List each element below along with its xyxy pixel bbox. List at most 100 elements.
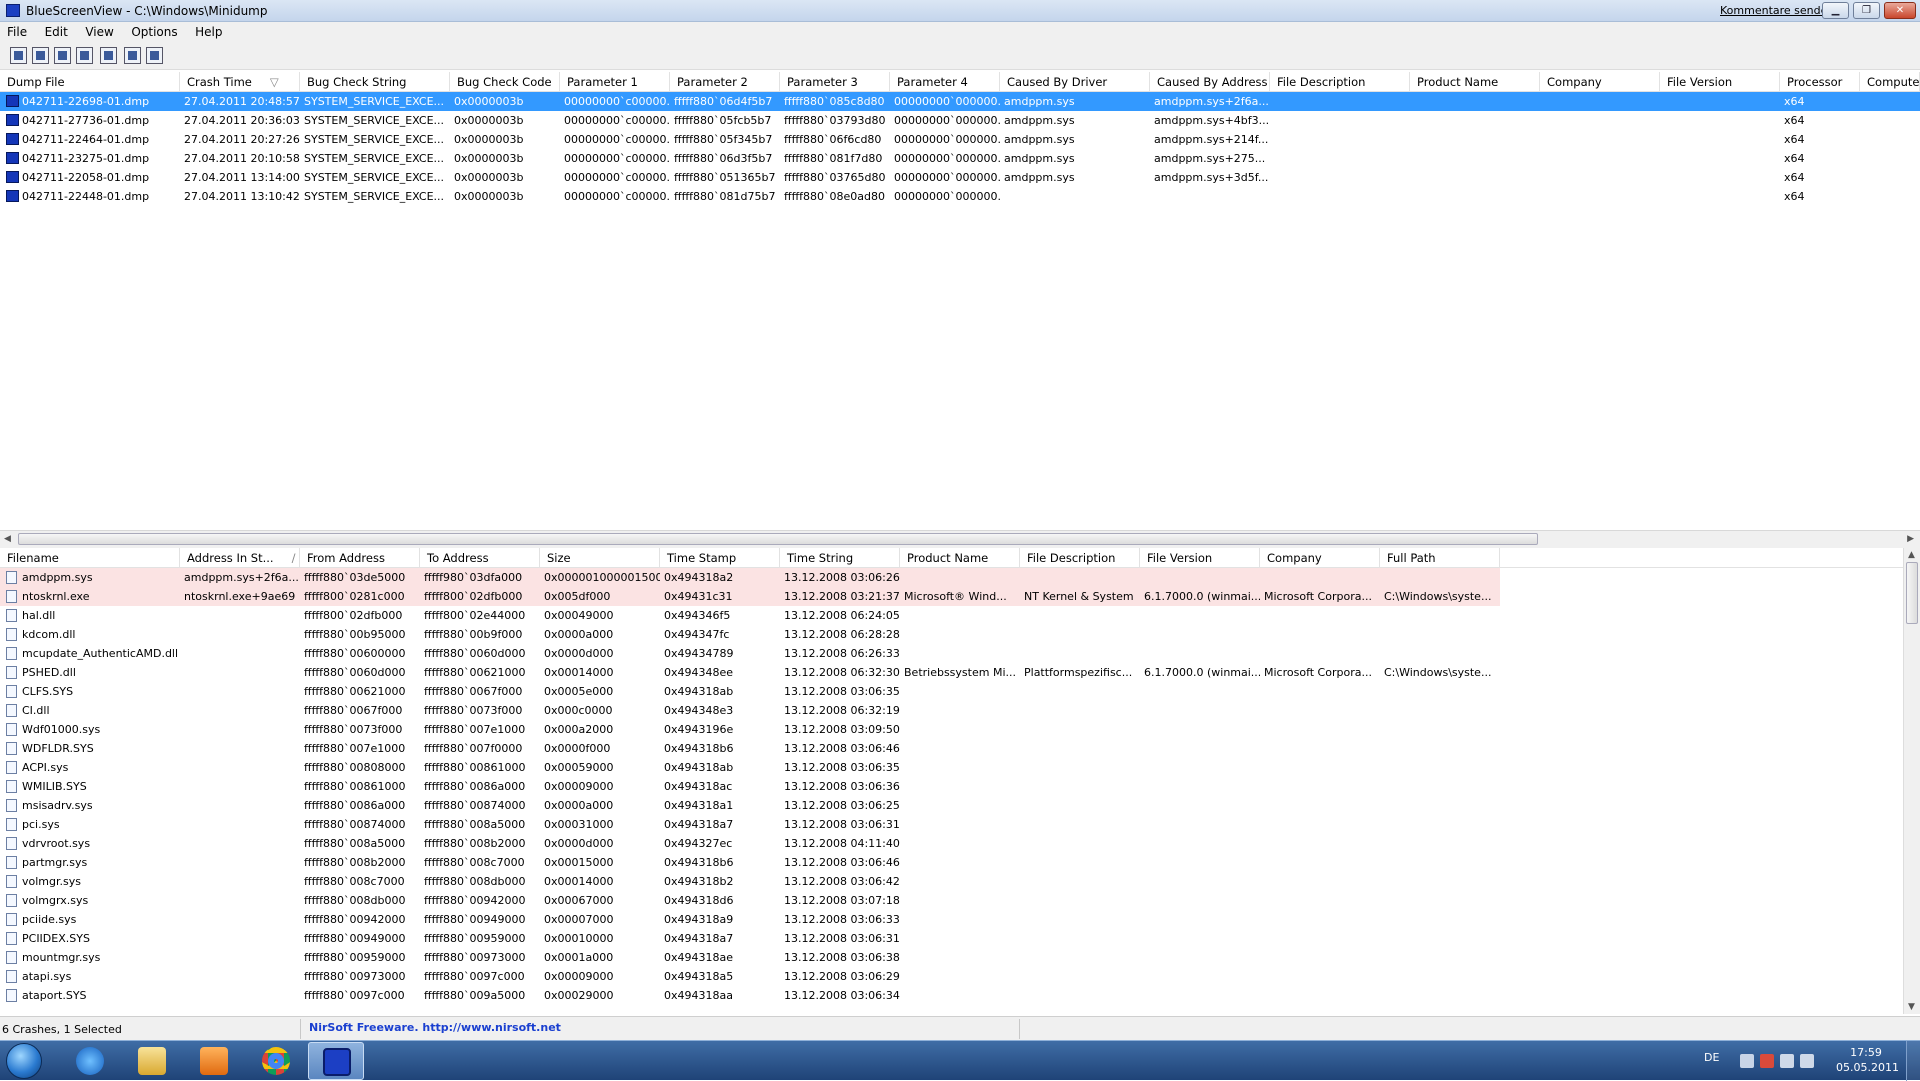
- copy-icon[interactable]: [76, 47, 93, 64]
- column-header[interactable]: Bug Check String: [300, 72, 450, 92]
- column-header[interactable]: Computer: [1860, 72, 1920, 92]
- horizontal-scrollbar[interactable]: ◀ ▶: [0, 530, 1920, 548]
- action-center-icon[interactable]: [1760, 1054, 1774, 1068]
- scroll-down-icon[interactable]: ▼: [1908, 1002, 1915, 1012]
- nirsoft-link[interactable]: NirSoft Freeware. http://www.nirsoft.net: [300, 1019, 1020, 1039]
- driver-list[interactable]: Filename Address In St... / From Address To …: [0, 548, 1920, 1014]
- driver-row[interactable]: msisadrv.sys fffff880`0086a000 fffff880`00…: [0, 796, 1920, 815]
- driver-row[interactable]: ataport.SYS fffff880`0097c000 fffff880`009…: [0, 986, 1920, 1005]
- crash-row[interactable]: 042711-23275-01.dmp 27.04.2011 20:10:58 SY…: [0, 149, 1920, 168]
- exit-icon[interactable]: [146, 47, 163, 64]
- crash-row[interactable]: 042711-22448-01.dmp 27.04.2011 13:10:42 SY…: [0, 187, 1920, 206]
- clock[interactable]: 17:59 05.05.2011: [1836, 1045, 1899, 1075]
- column-header[interactable]: Company: [1260, 548, 1380, 568]
- bluescreenview-icon[interactable]: [308, 1042, 364, 1080]
- feedback-link[interactable]: Kommentare senden: [1720, 4, 1834, 17]
- column-header[interactable]: Caused By Address: [1150, 72, 1270, 92]
- column-header[interactable]: To Address: [420, 548, 540, 568]
- media-player-icon[interactable]: [186, 1042, 242, 1080]
- scroll-up-icon[interactable]: ▲: [1908, 550, 1915, 560]
- column-header[interactable]: Full Path: [1380, 548, 1500, 568]
- column-header[interactable]: Parameter 1: [560, 72, 670, 92]
- driver-row[interactable]: mcupdate_AuthenticAMD.dll fffff880`006000…: [0, 644, 1920, 663]
- volume-icon[interactable]: [1800, 1054, 1814, 1068]
- driver-row[interactable]: Wdf01000.sys fffff880`0073f000 fffff880`00…: [0, 720, 1920, 739]
- column-header[interactable]: Caused By Driver: [1000, 72, 1150, 92]
- maximize-button[interactable]: ❐: [1853, 2, 1880, 19]
- chrome-icon[interactable]: [248, 1042, 304, 1080]
- column-header[interactable]: Parameter 3: [780, 72, 890, 92]
- network-icon[interactable]: [1780, 1054, 1794, 1068]
- scroll-thumb[interactable]: [18, 533, 1538, 545]
- column-header[interactable]: From Address: [300, 548, 420, 568]
- driver-row[interactable]: WMILIB.SYS fffff880`00861000 fffff880`0086…: [0, 777, 1920, 796]
- driver-row[interactable]: PSHED.dll fffff880`0060d000 fffff880`00621…: [0, 663, 1920, 682]
- driver-row[interactable]: CLFS.SYS fffff880`00621000 fffff880`0067f0…: [0, 682, 1920, 701]
- column-header[interactable]: Product Name: [900, 548, 1020, 568]
- column-header[interactable]: Size: [540, 548, 660, 568]
- internet-explorer-icon[interactable]: [62, 1042, 118, 1080]
- advanced-options-icon[interactable]: [100, 47, 117, 64]
- title-bar[interactable]: BlueScreenView - C:\Windows\Minidump Kom…: [0, 0, 1920, 22]
- column-header[interactable]: File Version: [1660, 72, 1780, 92]
- driver-row[interactable]: kdcom.dll fffff880`00b95000 fffff880`00b9f…: [0, 625, 1920, 644]
- crash-row[interactable]: 042711-22698-01.dmp 27.04.2011 20:48:57 SY…: [0, 92, 1920, 111]
- refresh-icon[interactable]: [54, 47, 71, 64]
- column-header[interactable]: File Description: [1270, 72, 1410, 92]
- crash-row[interactable]: 042711-22058-01.dmp 27.04.2011 13:14:00 SY…: [0, 168, 1920, 187]
- driver-row[interactable]: PCIIDEX.SYS fffff880`00949000 fffff880`009…: [0, 929, 1920, 948]
- driver-row[interactable]: hal.dll fffff800`02dfb000 fffff800`02e4400…: [0, 606, 1920, 625]
- column-header[interactable]: Processor: [1780, 72, 1860, 92]
- driver-row[interactable]: volmgr.sys fffff880`008c7000 fffff880`008d…: [0, 872, 1920, 891]
- close-button[interactable]: ✕: [1884, 2, 1916, 19]
- menu-view[interactable]: View: [78, 22, 120, 42]
- driver-row[interactable]: ntoskrnl.exe ntoskrnl.exe+9ae69 fffff800`0…: [0, 587, 1920, 606]
- menu-file[interactable]: File: [0, 22, 34, 42]
- crash-row[interactable]: 042711-22464-01.dmp 27.04.2011 20:27:26 SY…: [0, 130, 1920, 149]
- find-icon[interactable]: [124, 47, 141, 64]
- driver-row[interactable]: volmgrx.sys fffff880`008db000 fffff880`009…: [0, 891, 1920, 910]
- column-header[interactable]: Time Stamp: [660, 548, 780, 568]
- column-header[interactable]: Parameter 2: [670, 72, 780, 92]
- driver-row[interactable]: pciide.sys fffff880`00942000 fffff880`0094…: [0, 910, 1920, 929]
- column-header[interactable]: File Description: [1020, 548, 1140, 568]
- driver-row[interactable]: ACPI.sys fffff880`00808000 fffff880`008610…: [0, 758, 1920, 777]
- column-header[interactable]: Company: [1540, 72, 1660, 92]
- scroll-left-icon[interactable]: ◀: [4, 534, 11, 544]
- cell: 0x494318aa: [660, 986, 780, 1005]
- column-header[interactable]: Time String: [780, 548, 900, 568]
- vertical-scrollbar[interactable]: ▲ ▼: [1903, 548, 1920, 1014]
- menu-help[interactable]: Help: [188, 22, 229, 42]
- driver-row[interactable]: atapi.sys fffff880`00973000 fffff880`0097c…: [0, 967, 1920, 986]
- driver-row[interactable]: mountmgr.sys fffff880`00959000 fffff880`00…: [0, 948, 1920, 967]
- column-header[interactable]: Product Name: [1410, 72, 1540, 92]
- crash-list[interactable]: Dump File Crash Time ▽ Bug Check String Bug …: [0, 72, 1920, 530]
- minimize-button[interactable]: ▁: [1822, 2, 1849, 19]
- driver-row[interactable]: vdrvroot.sys fffff880`008a5000 fffff880`00…: [0, 834, 1920, 853]
- start-orb[interactable]: [6, 1043, 42, 1079]
- scroll-thumb[interactable]: [1906, 562, 1918, 624]
- column-header[interactable]: File Version: [1140, 548, 1260, 568]
- driver-row[interactable]: pci.sys fffff880`00874000 fffff880`008a500…: [0, 815, 1920, 834]
- show-desktop-button[interactable]: [1906, 1041, 1920, 1081]
- cell-text: 13.12.2008 03:06:35: [784, 761, 900, 774]
- crash-row[interactable]: 042711-27736-01.dmp 27.04.2011 20:36:03 SY…: [0, 111, 1920, 130]
- column-header[interactable]: Bug Check Code: [450, 72, 560, 92]
- column-header[interactable]: Filename: [0, 548, 180, 568]
- save-icon[interactable]: [32, 47, 49, 64]
- language-indicator[interactable]: DE: [1704, 1051, 1719, 1064]
- driver-row[interactable]: partmgr.sys fffff880`008b2000 fffff880`008…: [0, 853, 1920, 872]
- menu-options[interactable]: Options: [124, 22, 184, 42]
- column-header[interactable]: Crash Time ▽: [180, 72, 300, 92]
- driver-row[interactable]: amdppm.sys amdppm.sys+2f6a... fffff880`03d…: [0, 568, 1920, 587]
- column-header[interactable]: Parameter 4: [890, 72, 1000, 92]
- driver-row[interactable]: WDFLDR.SYS fffff880`007e1000 fffff880`007f…: [0, 739, 1920, 758]
- menu-edit[interactable]: Edit: [38, 22, 75, 42]
- tray-expand-icon[interactable]: [1740, 1054, 1754, 1068]
- properties-icon[interactable]: [10, 47, 27, 64]
- column-header[interactable]: Dump File: [0, 72, 180, 92]
- driver-row[interactable]: CI.dll fffff880`0067f000 fffff880`0073f000…: [0, 701, 1920, 720]
- windows-explorer-icon[interactable]: [124, 1042, 180, 1080]
- scroll-right-icon[interactable]: ▶: [1907, 534, 1914, 544]
- column-header[interactable]: Address In St... /: [180, 548, 300, 568]
